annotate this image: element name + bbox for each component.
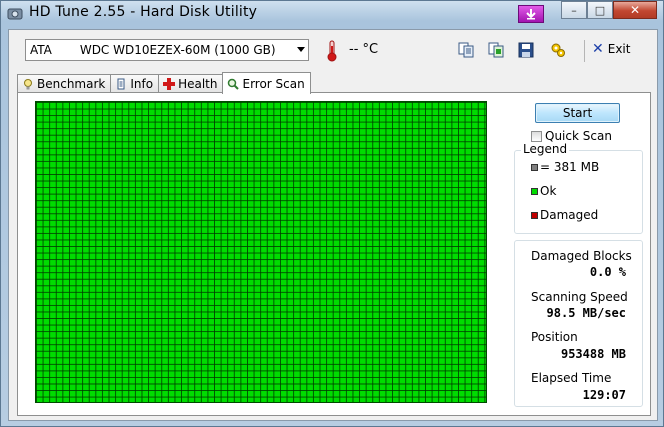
window-title: HD Tune 2.55 - Hard Disk Utility <box>29 4 258 20</box>
drive-name-label: WDC WD10EZEX-60M (1000 GB) <box>79 43 276 57</box>
main-client-area: ATA WDC WD10EZEX-60M (1000 GB) -- °C ✕ E… <box>8 29 658 421</box>
options-icon[interactable] <box>550 42 566 58</box>
hd-tune-app-icon <box>7 8 23 20</box>
chevron-down-icon <box>297 47 305 52</box>
scanning-speed-value: 98.5 MB/sec <box>546 306 626 320</box>
temperature-readout: -- °C <box>349 42 379 57</box>
download-icon[interactable] <box>518 5 544 23</box>
maximize-button[interactable]: □ <box>587 1 613 19</box>
legend-item-ok: Ok <box>531 184 556 198</box>
error-scan-panel: Start Quick Scan Legend = 381 MB Ok Dama… <box>17 92 651 416</box>
info-icon <box>117 78 125 90</box>
download-arrow-icon <box>526 9 536 20</box>
legend-swatch-grey <box>531 163 538 171</box>
minimize-button[interactable]: – <box>561 1 587 19</box>
damaged-blocks-value: 0.0 % <box>589 265 626 279</box>
damaged-blocks-label: Damaged Blocks <box>531 249 632 263</box>
legend-label: = 381 MB <box>540 160 600 174</box>
benchmark-icon <box>24 79 32 90</box>
start-button[interactable]: Start <box>535 103 620 123</box>
exit-icon: ✕ <box>592 41 604 57</box>
tab-benchmark[interactable]: Benchmark <box>17 74 112 93</box>
tab-info[interactable]: Info <box>110 74 160 93</box>
thermometer-icon <box>327 40 337 62</box>
drive-selector-dropdown[interactable]: ATA WDC WD10EZEX-60M (1000 GB) <box>25 39 309 61</box>
elapsed-time-label: Elapsed Time <box>531 371 612 385</box>
copy-info-icon[interactable] <box>458 42 474 58</box>
copy-screenshot-icon[interactable] <box>488 42 504 58</box>
tab-error-scan[interactable]: Error Scan <box>222 72 311 94</box>
tab-label: Health <box>178 77 218 91</box>
tab-label: Info <box>130 77 154 91</box>
save-icon[interactable] <box>518 42 534 58</box>
position-label: Position <box>531 330 578 344</box>
quick-scan-checkbox[interactable]: Quick Scan <box>531 129 612 143</box>
title-bar[interactable]: HD Tune 2.55 - Hard Disk Utility – □ ✕ <box>1 1 663 29</box>
close-button[interactable]: ✕ <box>613 1 657 19</box>
drive-bus-label: ATA <box>30 43 52 57</box>
elapsed-time-value: 129:07 <box>582 388 626 402</box>
legend-item-block-size: = 381 MB <box>531 160 599 174</box>
legend-group: Legend = 381 MB Ok Damaged <box>514 142 643 234</box>
app-window: HD Tune 2.55 - Hard Disk Utility – □ ✕ A… <box>0 0 664 427</box>
exit-button[interactable]: ✕ Exit <box>592 41 630 57</box>
tab-label: Error Scan <box>242 76 305 91</box>
legend-label: Damaged <box>540 208 599 222</box>
exit-label: Exit <box>607 42 631 56</box>
position-value: 953488 MB <box>560 347 626 361</box>
legend-swatch-red <box>531 211 538 219</box>
scanning-speed-label: Scanning Speed <box>531 290 628 304</box>
error-scan-icon <box>228 78 240 90</box>
tab-health[interactable]: Health <box>158 74 224 93</box>
error-scan-block-map <box>35 101 487 403</box>
legend-title: Legend <box>521 142 570 156</box>
legend-label: Ok <box>540 184 557 198</box>
scan-statistics-group: Damaged Blocks 0.0 % Scanning Speed 98.5… <box>514 240 643 407</box>
quick-scan-label: Quick Scan <box>545 129 612 143</box>
legend-item-damaged: Damaged <box>531 208 598 222</box>
caption-buttons: – □ ✕ <box>561 1 657 21</box>
legend-swatch-green <box>531 187 538 195</box>
toolbar-separator <box>584 40 585 62</box>
tab-strip: Benchmark Info Health Error Scan <box>17 72 311 94</box>
checkbox-box[interactable] <box>531 130 542 142</box>
health-icon <box>163 78 176 90</box>
tab-label: Benchmark <box>37 77 106 91</box>
